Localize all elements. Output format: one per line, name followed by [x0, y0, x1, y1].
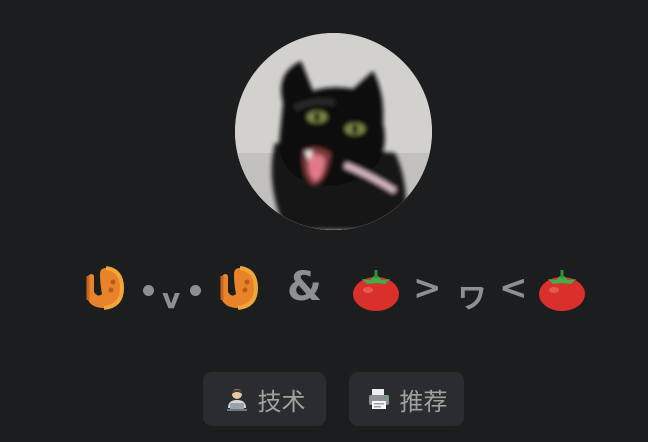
tag-button-tech[interactable]: 技术	[203, 372, 326, 426]
eye-right-dot	[190, 285, 201, 296]
tag-label: 推荐	[399, 387, 448, 416]
mouth-text: ヮ	[455, 275, 489, 315]
shrimp-icon	[86, 266, 124, 310]
nose-glyph: v	[162, 282, 181, 315]
greater-than-text: >	[413, 268, 442, 308]
technologist-icon	[226, 389, 247, 411]
black-cat-icon	[235, 33, 432, 230]
ampersand-text: &	[287, 264, 322, 310]
shrimp-icon	[220, 266, 258, 310]
profile-title: v & > ヮ <	[0, 258, 648, 318]
printer-icon	[368, 389, 389, 409]
tomato-icon	[539, 270, 585, 311]
tomato-icon	[353, 270, 399, 311]
profile-page: v & > ヮ < 技术 推荐	[0, 0, 648, 442]
avatar[interactable]	[235, 33, 432, 230]
tag-label: 技术	[257, 387, 306, 416]
tag-button-recommend[interactable]: 推荐	[349, 372, 464, 426]
less-than-text: <	[499, 268, 528, 308]
eye-left-dot	[143, 285, 154, 296]
